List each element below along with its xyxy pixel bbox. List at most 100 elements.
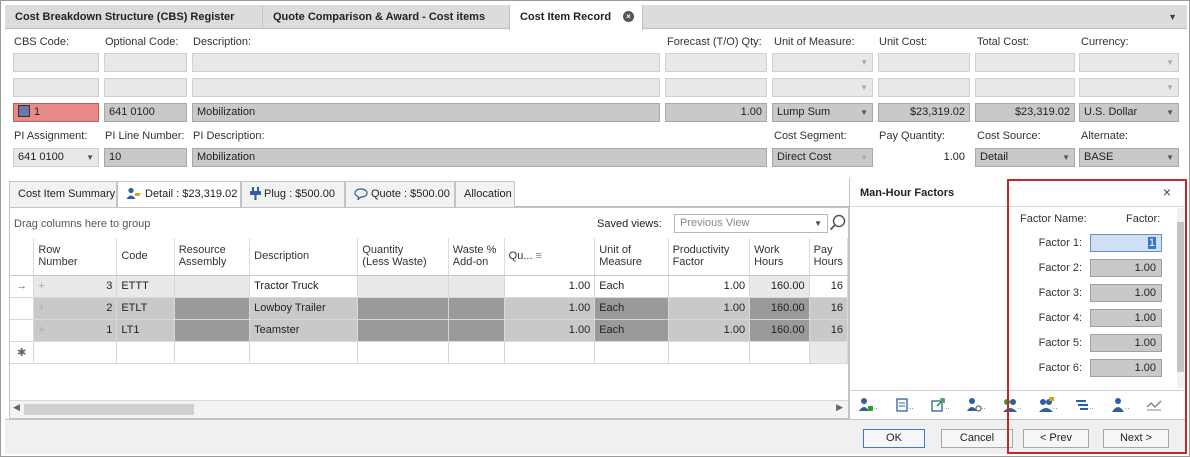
uom-select[interactable]: Lump Sum ▼ (772, 103, 873, 122)
tab-allocation[interactable]: Allocation (455, 181, 515, 207)
cbs-level-1-field[interactable] (13, 53, 99, 72)
pi-assignment-select[interactable]: 641 0100 ▼ (13, 148, 99, 167)
forecast-level-1-field[interactable] (665, 53, 767, 72)
scroll-left-icon[interactable]: ◀ (13, 402, 20, 413)
quantity-cell[interactable] (357, 319, 449, 342)
col-productivity[interactable]: Productivity Factor (668, 238, 751, 276)
close-icon[interactable]: × (1163, 184, 1171, 200)
productivity-cell[interactable]: 1.00 (668, 319, 751, 342)
pi-line-number-field[interactable]: 10 (104, 148, 187, 167)
col-work-hours[interactable]: Work Hours (749, 238, 810, 276)
col-row-number[interactable]: Row Number (33, 238, 118, 276)
unit-cost-level-1-field[interactable] (878, 53, 970, 72)
currency-select[interactable]: U.S. Dollar ▼ (1079, 103, 1179, 122)
uom-cell[interactable]: Each (594, 275, 669, 298)
cbs-level-2-field[interactable] (13, 78, 99, 97)
uom-level-2-select[interactable]: ▼ (772, 78, 873, 97)
resource-settings-icon[interactable]: .. (966, 397, 988, 413)
tab-quote-comparison[interactable]: Quote Comparison & Award - Cost items (263, 5, 511, 29)
code-cell[interactable]: ETTT (116, 275, 175, 298)
new-cell[interactable] (357, 341, 449, 364)
new-cell[interactable] (116, 341, 175, 364)
close-tab-icon[interactable]: × (623, 11, 634, 22)
waste-cell[interactable] (448, 319, 505, 342)
resource-assembly-cell[interactable] (174, 275, 251, 298)
uom-level-1-select[interactable]: ▼ (772, 53, 873, 72)
code-cell[interactable]: ETLT (116, 297, 175, 320)
row-number-cell[interactable]: +1 (33, 319, 118, 342)
tab-cost-item-record[interactable]: Cost Item Record × (509, 5, 643, 30)
new-cell[interactable] (249, 341, 359, 364)
tab-quote[interactable]: Quote : $500.00 (345, 181, 455, 207)
cancel-button[interactable]: Cancel (941, 429, 1013, 448)
productivity-cell[interactable]: 1.00 (668, 275, 751, 298)
total-cost-level-2-field[interactable] (975, 78, 1075, 97)
optional-code-level-1-field[interactable] (104, 53, 187, 72)
saved-views-select[interactable]: Previous View ▼ (674, 214, 828, 233)
optional-code-field[interactable]: 641 0100 (104, 103, 187, 122)
factor-1-input[interactable]: 1 (1090, 234, 1162, 252)
waste-cell[interactable] (448, 275, 505, 298)
row-number-cell[interactable]: +3 (33, 275, 118, 298)
table-row[interactable]: +2 ETLT Lowboy Trailer 1.00 Each 1.00 16… (10, 297, 849, 320)
new-cell[interactable] (174, 341, 251, 364)
col-description[interactable]: Description (249, 238, 359, 276)
expand-icon[interactable]: + (38, 302, 44, 314)
forecast-level-2-field[interactable] (665, 78, 767, 97)
quantity-cell[interactable] (357, 275, 449, 298)
new-cell[interactable] (448, 341, 505, 364)
tab-list-dropdown-icon[interactable]: ▼ (1168, 5, 1177, 29)
add-assembly-icon[interactable]: .. (1002, 397, 1024, 413)
qu-cell[interactable]: 1.00 (504, 275, 596, 298)
next-button[interactable]: Next > (1103, 429, 1169, 448)
new-cell[interactable] (33, 341, 118, 364)
description-level-1-field[interactable] (192, 53, 660, 72)
description-cell[interactable]: Tractor Truck (249, 275, 359, 298)
description-cell[interactable]: Teamster (249, 319, 359, 342)
pay-hours-cell[interactable]: 16 (809, 275, 849, 298)
work-hours-cell[interactable]: 160.00 (749, 319, 810, 342)
new-cell[interactable] (504, 341, 596, 364)
table-row[interactable]: +1 LT1 Teamster 1.00 Each 1.00 160.00 16 (10, 319, 849, 342)
forecast-qty-field[interactable]: 1.00 (665, 103, 767, 122)
qu-cell[interactable]: 1.00 (504, 319, 596, 342)
vertical-scrollbar[interactable] (1177, 208, 1184, 388)
new-cell[interactable] (749, 341, 810, 364)
col-quantity[interactable]: Quantity (Less Waste) (357, 238, 449, 276)
total-cost-field[interactable]: $23,319.02 (975, 103, 1075, 122)
export-icon[interactable]: .. (930, 397, 952, 413)
row-number-cell[interactable]: +2 (33, 297, 118, 320)
code-cell[interactable]: LT1 (116, 319, 175, 342)
pay-quantity-field[interactable]: 1.00 (878, 148, 970, 167)
tab-plug[interactable]: Plug : $500.00 (241, 181, 345, 207)
uom-cell[interactable]: Each (594, 297, 669, 320)
checkbox-icon[interactable] (18, 105, 30, 117)
work-hours-cell[interactable]: 160.00 (749, 297, 810, 320)
factor-5-input[interactable]: 1.00 (1090, 334, 1162, 352)
factor-2-input[interactable]: 1.00 (1090, 259, 1162, 277)
description-cell[interactable]: Lowboy Trailer (249, 297, 359, 320)
cost-segment-select[interactable]: Direct Cost ▼ (772, 148, 873, 167)
unit-cost-level-2-field[interactable] (878, 78, 970, 97)
tab-cbs-register[interactable]: Cost Breakdown Structure (CBS) Register (5, 5, 263, 29)
uom-cell[interactable]: Each (594, 319, 669, 342)
new-cell[interactable] (668, 341, 751, 364)
pay-hours-cell[interactable]: 16 (809, 297, 849, 320)
factor-6-input[interactable]: 1.00 (1090, 359, 1162, 377)
description-field[interactable]: Mobilization (192, 103, 660, 122)
person-icon[interactable]: .. (1110, 397, 1132, 413)
expand-icon[interactable]: + (38, 324, 44, 336)
unit-cost-field[interactable]: $23,319.02 (878, 103, 970, 122)
col-uom[interactable]: Unit of Measure (594, 238, 669, 276)
scroll-right-icon[interactable]: ▶ (836, 402, 843, 413)
pay-hours-cell[interactable]: 16 (809, 319, 849, 342)
column-filter-icon[interactable]: ≡ (536, 250, 542, 262)
alternate-select[interactable]: BASE ▼ (1079, 148, 1179, 167)
resource-assembly-cell[interactable] (174, 297, 251, 320)
new-row[interactable]: ✱ (10, 341, 849, 364)
new-cell[interactable] (594, 341, 669, 364)
tab-cost-item-summary[interactable]: Cost Item Summary (9, 181, 117, 207)
align-lines-icon[interactable]: .. (1074, 397, 1096, 413)
add-resource-icon[interactable]: .. (858, 397, 880, 413)
cost-source-select[interactable]: Detail ▼ (975, 148, 1075, 167)
